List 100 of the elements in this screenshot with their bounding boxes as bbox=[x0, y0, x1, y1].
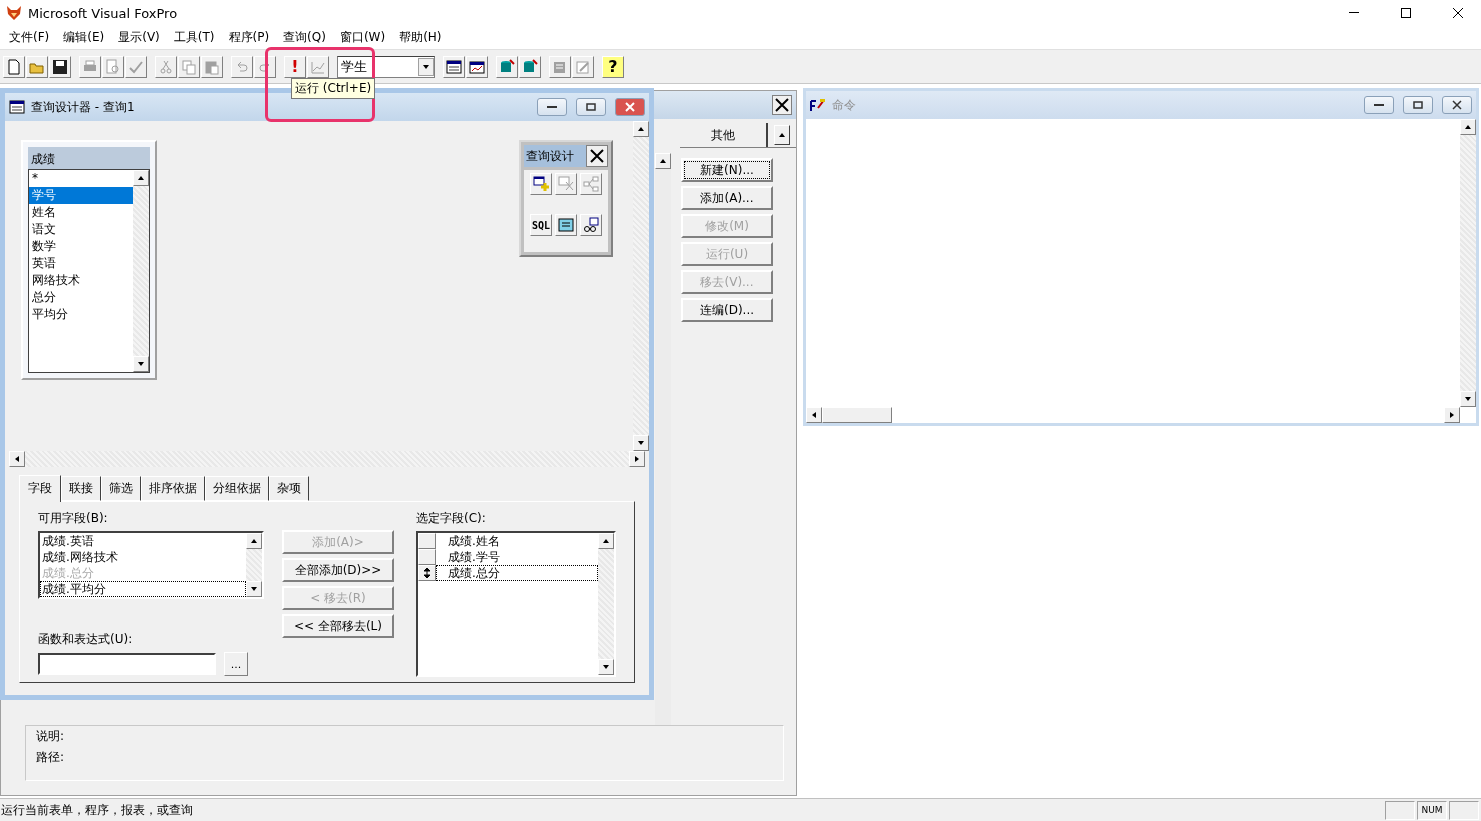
run-button[interactable]: ! bbox=[284, 55, 306, 78]
scroll-down-button[interactable] bbox=[1460, 391, 1476, 407]
project-action-button[interactable]: 连编(D)... bbox=[681, 298, 773, 322]
table-field[interactable]: 平均分 bbox=[29, 306, 133, 323]
selected-fields-list[interactable]: 成绩.姓名 成绩.学号 成绩.总分 bbox=[416, 531, 616, 677]
menu-item[interactable]: 显示(V) bbox=[111, 29, 167, 46]
minimize-button[interactable] bbox=[1364, 96, 1394, 114]
add-table-icon bbox=[533, 176, 549, 192]
menu-item[interactable]: 帮助(H) bbox=[392, 29, 449, 46]
designer-tab[interactable]: 杂项 bbox=[269, 476, 309, 501]
project-tab[interactable]: 其他 bbox=[680, 123, 768, 147]
row-mover-handle[interactable] bbox=[418, 565, 436, 581]
up-arrow-icon bbox=[602, 537, 610, 545]
table-field[interactable]: 语文 bbox=[29, 221, 133, 238]
selected-field[interactable]: 成绩.总分 bbox=[436, 565, 598, 581]
table-name: 成绩 bbox=[28, 147, 150, 169]
table-field[interactable]: 数学 bbox=[29, 238, 133, 255]
up-arrow-icon bbox=[637, 125, 645, 133]
database-icon bbox=[522, 58, 538, 75]
project-action-button[interactable]: 新建(N)... bbox=[681, 158, 773, 182]
new-button[interactable] bbox=[3, 55, 25, 78]
selected-field[interactable]: 成绩.学号 bbox=[436, 549, 598, 565]
collapse-button[interactable] bbox=[774, 125, 790, 145]
table-field[interactable]: 网络技术 bbox=[29, 272, 133, 289]
scroll-down-button[interactable] bbox=[246, 581, 262, 597]
project-action-button[interactable]: 添加(A)... bbox=[681, 186, 773, 210]
designer-tab[interactable]: 分组依据 bbox=[205, 476, 269, 501]
move-field-button[interactable]: 全部添加(D)>> bbox=[282, 558, 394, 582]
save-button[interactable] bbox=[49, 55, 71, 78]
menu-item[interactable]: 查询(Q) bbox=[276, 29, 333, 46]
row-mover-handle[interactable] bbox=[418, 549, 436, 565]
up-arrow-icon bbox=[137, 174, 145, 182]
save-icon bbox=[52, 58, 68, 75]
up-arrow-icon bbox=[250, 537, 258, 545]
database-button[interactable] bbox=[519, 55, 541, 78]
available-field[interactable]: 成绩.网络技术 bbox=[40, 549, 246, 565]
available-field[interactable]: 成绩.平均分 bbox=[40, 581, 246, 597]
menu-item[interactable]: 文件(F) bbox=[2, 29, 57, 46]
menu-item[interactable]: 程序(P) bbox=[221, 29, 277, 46]
scroll-up-button[interactable] bbox=[633, 121, 649, 137]
command-icon bbox=[810, 98, 826, 112]
down-arrow-icon bbox=[250, 585, 258, 593]
selected-field[interactable]: 成绩.姓名 bbox=[436, 533, 598, 549]
form-button[interactable] bbox=[443, 55, 465, 78]
report-icon bbox=[469, 58, 485, 75]
designer-tab[interactable]: 筛选 bbox=[101, 476, 141, 501]
scroll-down-button[interactable] bbox=[598, 659, 614, 675]
move-field-button[interactable]: << 全部移去(L) bbox=[282, 614, 394, 638]
expression-input[interactable] bbox=[38, 653, 216, 675]
table-field[interactable]: * bbox=[29, 170, 133, 187]
table-field[interactable]: 学号 bbox=[29, 187, 133, 204]
minimize-button[interactable] bbox=[537, 98, 567, 116]
scroll-up-button[interactable] bbox=[133, 170, 149, 186]
scroll-down-button[interactable] bbox=[133, 356, 149, 372]
window-title: 查询设计器 - 查询1 bbox=[31, 98, 136, 116]
scroll-up-button[interactable] bbox=[598, 533, 614, 549]
table-field[interactable]: 姓名 bbox=[29, 204, 133, 221]
menu-item[interactable]: 编辑(E) bbox=[56, 29, 112, 46]
scroll-up-button[interactable] bbox=[246, 533, 262, 549]
scroll-left-button[interactable] bbox=[9, 451, 25, 467]
designer-tab[interactable]: 排序依据 bbox=[141, 476, 205, 501]
output-button[interactable] bbox=[555, 214, 577, 236]
close-icon bbox=[1453, 8, 1463, 18]
report-button[interactable] bbox=[466, 55, 488, 78]
close-button[interactable] bbox=[586, 145, 608, 167]
status-cell bbox=[1385, 800, 1415, 820]
remove-table-icon bbox=[558, 176, 574, 192]
form-icon bbox=[9, 99, 25, 115]
database-button[interactable] bbox=[496, 55, 518, 78]
help-button[interactable]: ? bbox=[602, 55, 624, 78]
scroll-right-button[interactable] bbox=[629, 451, 645, 467]
menu-item[interactable]: 窗口(W) bbox=[332, 29, 393, 46]
minimize-icon bbox=[1374, 103, 1384, 107]
table-field[interactable]: 英语 bbox=[29, 255, 133, 272]
add-table-button[interactable] bbox=[530, 173, 552, 195]
scroll-right-button[interactable] bbox=[1444, 407, 1460, 423]
description-label: 说明: bbox=[36, 728, 66, 745]
up-arrow-icon bbox=[778, 131, 786, 139]
close-button[interactable] bbox=[1442, 96, 1472, 114]
menu-item[interactable]: 工具(T) bbox=[166, 29, 222, 46]
close-icon bbox=[775, 98, 789, 112]
num-lock-indicator: NUM bbox=[1417, 800, 1447, 820]
scroll-up-button[interactable] bbox=[1460, 119, 1476, 135]
designer-tab[interactable]: 联接 bbox=[61, 476, 101, 501]
scroll-thumb[interactable] bbox=[822, 407, 892, 423]
close-button[interactable] bbox=[772, 95, 792, 115]
tooltip: 运行 (Ctrl+E) bbox=[291, 78, 376, 99]
available-field[interactable]: 成绩.英语 bbox=[40, 533, 246, 549]
row-mover-handle[interactable] bbox=[418, 533, 436, 549]
designer-tab[interactable]: 字段 bbox=[19, 475, 61, 502]
view-button[interactable] bbox=[580, 214, 602, 236]
scroll-up-button[interactable] bbox=[655, 153, 671, 169]
scroll-down-button[interactable] bbox=[633, 435, 649, 451]
sql-button[interactable]: SQL bbox=[530, 214, 552, 236]
output-icon bbox=[558, 217, 574, 233]
browse-button[interactable]: ... bbox=[224, 652, 248, 676]
table-field[interactable]: 总分 bbox=[29, 289, 133, 306]
table-combo-box[interactable]: 学生 bbox=[337, 55, 435, 78]
scroll-left-button[interactable] bbox=[806, 407, 822, 423]
open-button[interactable] bbox=[26, 55, 48, 78]
